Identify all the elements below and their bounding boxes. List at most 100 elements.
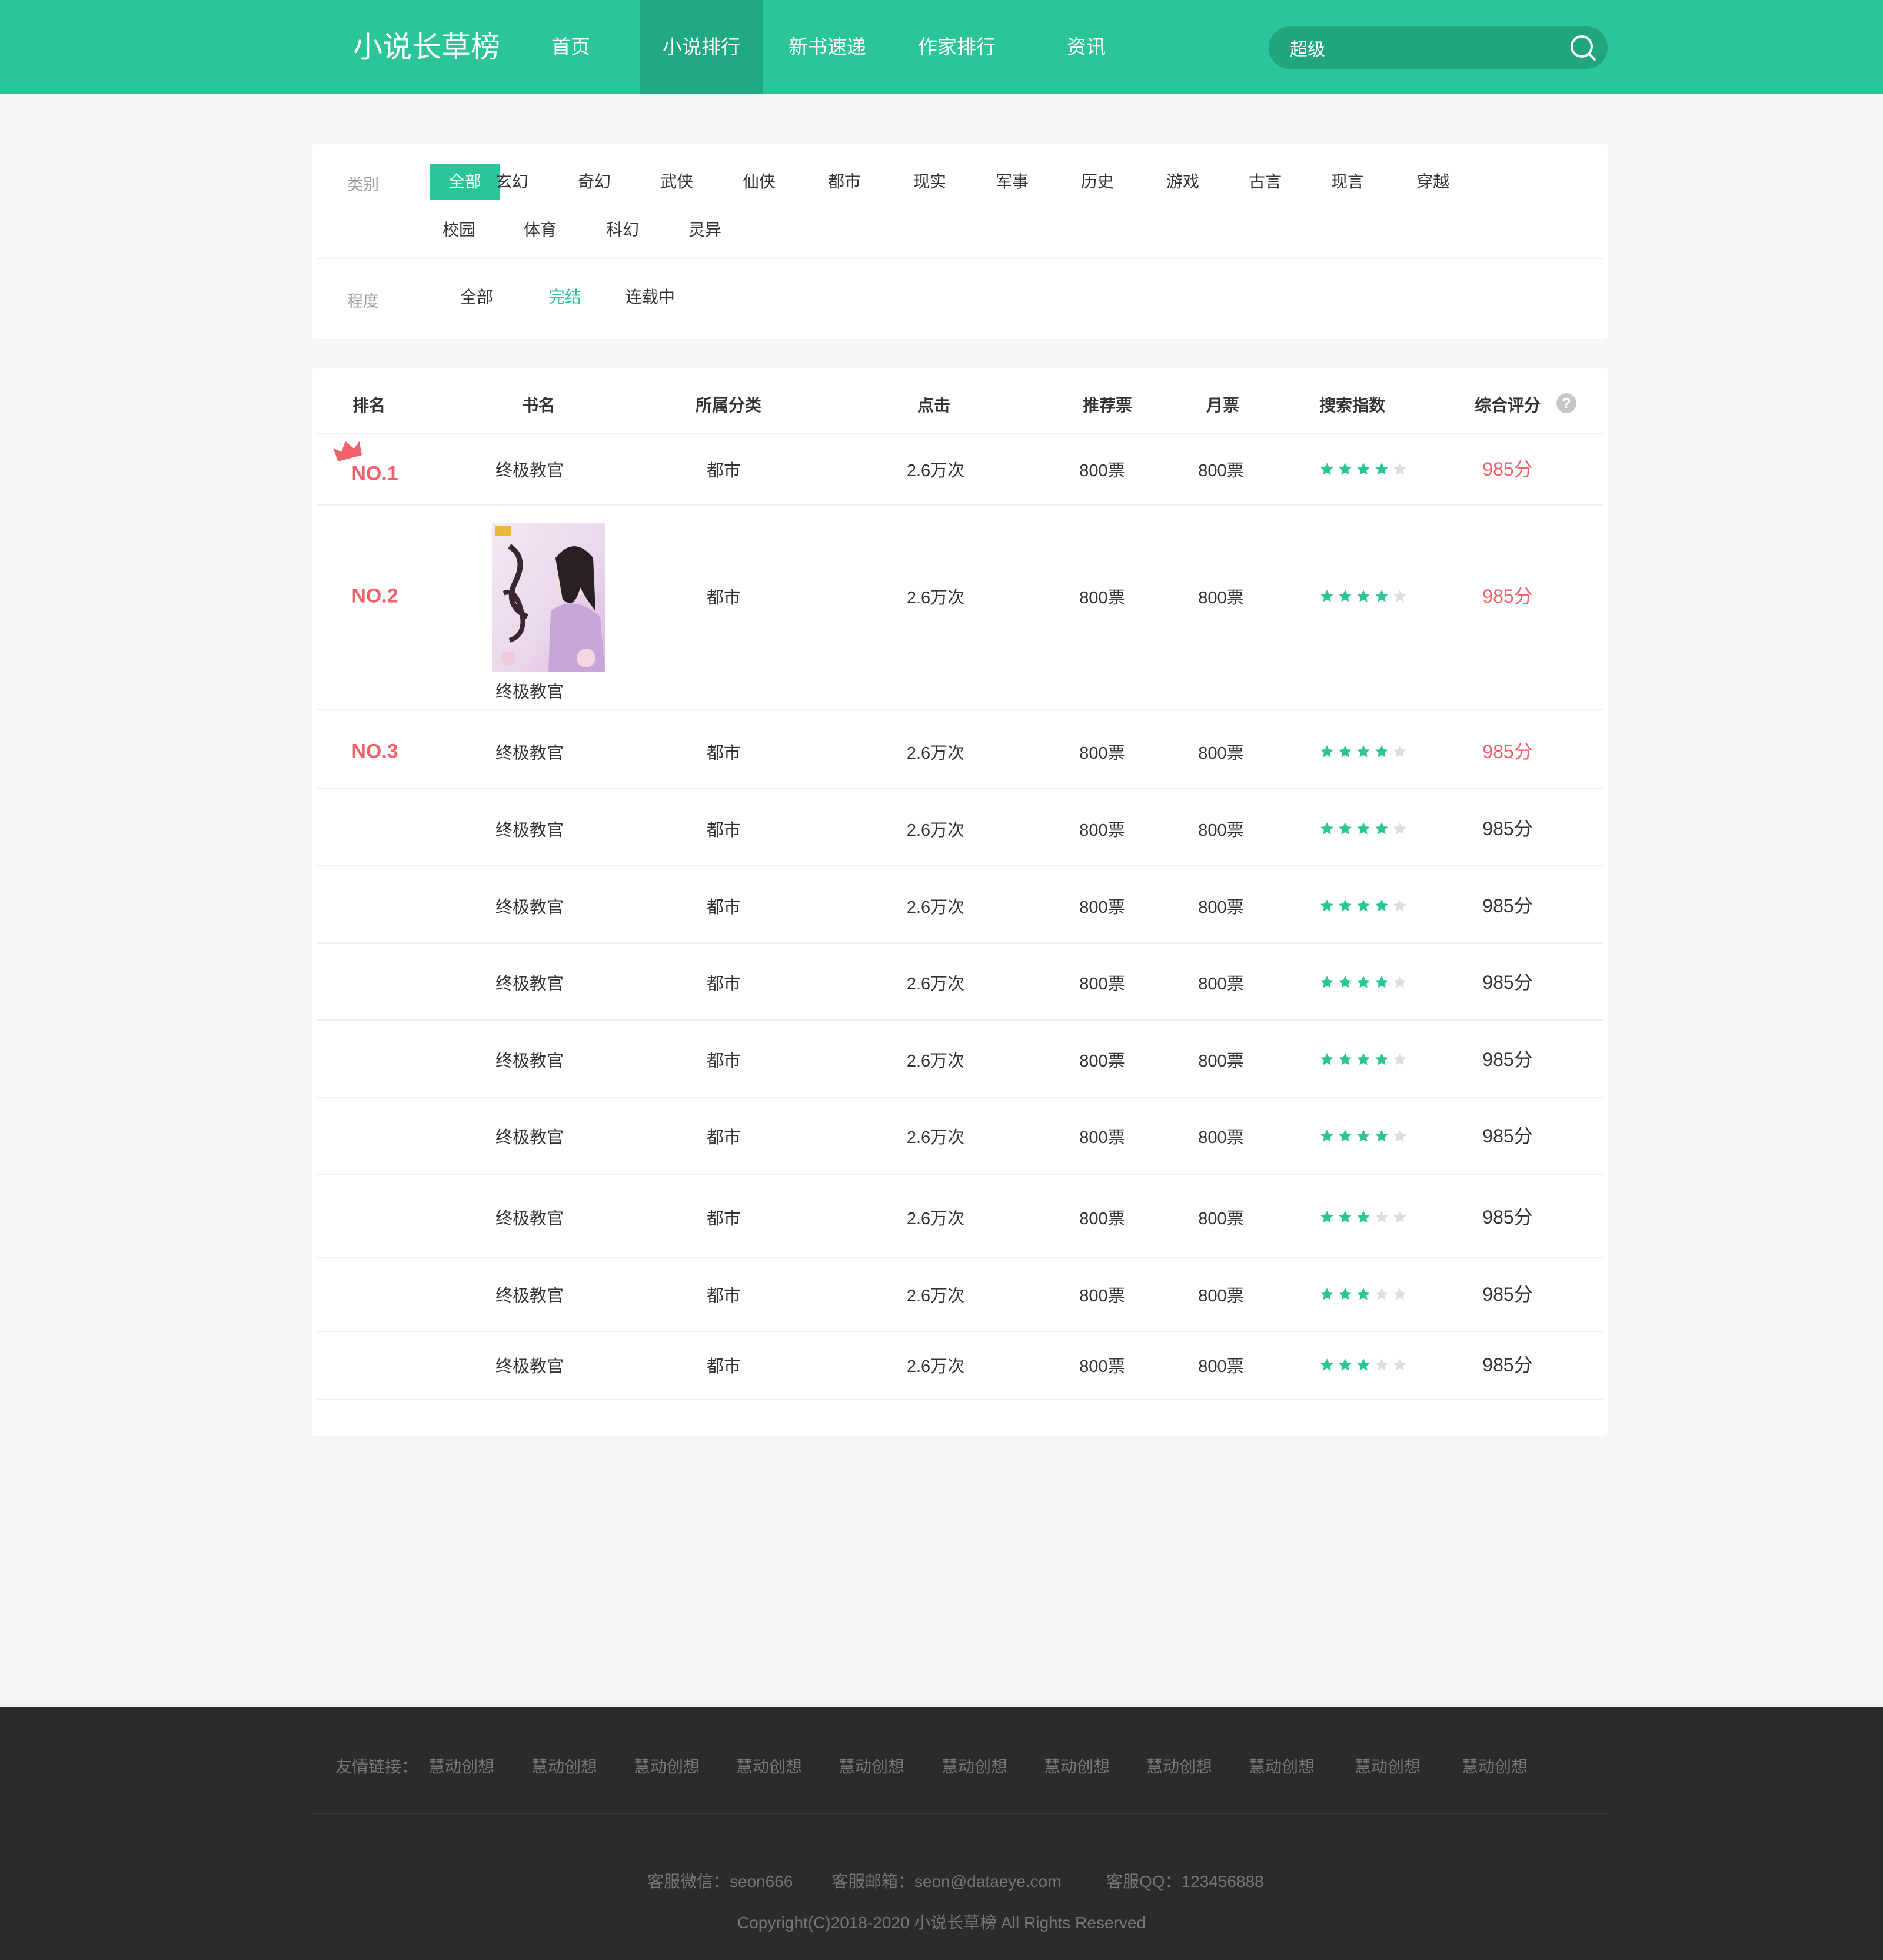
friend-link[interactable]: 慧动创想 [839, 1754, 904, 1778]
progress-completed[interactable]: 完结 [530, 279, 600, 315]
category-chip[interactable]: 科幻 [593, 212, 652, 248]
overall-score: 985分 [1482, 972, 1533, 993]
book-name[interactable]: 终极教官 [495, 1124, 564, 1148]
row-divider [317, 1331, 1603, 1332]
category-chip[interactable]: 游戏 [1153, 164, 1212, 200]
search-index-stars [1320, 1287, 1408, 1302]
category-chip[interactable]: 奇幻 [565, 164, 624, 200]
star-filled-icon [1339, 590, 1352, 602]
category-chip[interactable]: 历史 [1068, 164, 1127, 200]
category-chip[interactable]: 玄幻 [483, 164, 541, 200]
category-chip[interactable]: 武侠 [647, 164, 706, 200]
category-chip[interactable]: 仙侠 [730, 164, 789, 200]
book-name[interactable]: 终极教官 [495, 678, 564, 703]
footer-divider [312, 1813, 1608, 1814]
category-chip[interactable]: 校园 [430, 212, 488, 248]
recommend-votes: 800票 [1079, 1287, 1125, 1305]
category-chip[interactable]: 现言 [1318, 164, 1377, 200]
star-filled-icon [1339, 463, 1352, 475]
overall-score: 985分 [1482, 586, 1533, 607]
category-chip[interactable]: 现实 [900, 164, 959, 200]
book-name[interactable]: 终极教官 [495, 739, 564, 764]
star-empty-icon [1393, 976, 1406, 988]
filter-divider [317, 258, 1603, 259]
category-chip[interactable]: 古言 [1236, 164, 1295, 200]
friend-links-label: 友情链接： [335, 1758, 418, 1776]
friend-link[interactable]: 慧动创想 [634, 1754, 700, 1778]
category-chip[interactable]: 穿越 [1403, 164, 1462, 200]
star-filled-icon [1375, 822, 1388, 835]
site-logo[interactable]: 小说长草榜 [353, 24, 500, 71]
click-count: 2.6万次 [906, 1128, 965, 1147]
progress-all[interactable]: 全部 [441, 279, 512, 315]
book-category: 都市 [706, 821, 741, 840]
book-name[interactable]: 终极教官 [495, 1205, 564, 1230]
friend-link[interactable]: 慧动创想 [1146, 1754, 1212, 1778]
friend-link[interactable]: 慧动创想 [941, 1754, 1007, 1778]
star-filled-icon [1339, 1288, 1352, 1300]
star-empty-icon [1393, 822, 1406, 835]
star-empty-icon [1393, 463, 1406, 475]
star-filled-icon [1320, 745, 1333, 758]
recommend-votes: 800票 [1079, 1210, 1125, 1228]
rank-badge: NO.3 [351, 740, 398, 763]
star-filled-icon [1339, 899, 1352, 912]
friend-link[interactable]: 慧动创想 [736, 1754, 802, 1778]
star-filled-icon [1375, 590, 1388, 602]
book-name[interactable]: 终极教官 [495, 893, 564, 918]
service-wechat: 客服微信：seon666 [647, 1872, 793, 1891]
friend-link[interactable]: 慧动创想 [1462, 1754, 1528, 1778]
col-category: 所属分类 [695, 396, 762, 414]
service-email[interactable]: 客服邮箱：seon@dataeye.com [832, 1869, 1061, 1892]
footer: 友情链接： 慧动创想 慧动创想 慧动创想 慧动创想 慧动创想 慧动创想 慧动创想 慧动创想 慧动… [0, 1707, 1883, 1960]
nav-novel-ranking[interactable]: 小说排行 [640, 0, 763, 94]
search-icon[interactable] [1569, 34, 1598, 63]
book-category: 都市 [706, 1128, 741, 1147]
monthly-votes: 800票 [1198, 1287, 1244, 1305]
star-filled-icon [1339, 976, 1352, 988]
book-name[interactable]: 终极教官 [495, 816, 564, 841]
friend-link[interactable]: 慧动创想 [1355, 1754, 1420, 1778]
friend-link[interactable]: 慧动创想 [428, 1754, 494, 1778]
book-cover-image[interactable] [492, 523, 605, 672]
book-name[interactable]: 终极教官 [495, 1047, 564, 1072]
star-filled-icon [1375, 1053, 1388, 1065]
recommend-votes: 800票 [1079, 744, 1125, 763]
search-input[interactable] [1290, 26, 1555, 69]
row-divider [317, 788, 1603, 789]
category-chip[interactable]: 灵异 [676, 212, 734, 248]
monthly-votes: 800票 [1198, 975, 1244, 994]
overall-score: 985分 [1482, 1284, 1533, 1305]
click-count: 2.6万次 [906, 589, 965, 607]
friend-link[interactable]: 慧动创想 [1044, 1754, 1110, 1778]
overall-score: 985分 [1482, 1207, 1533, 1228]
nav-new-books[interactable]: 新书速递 [763, 0, 892, 94]
progress-ongoing[interactable]: 连载中 [606, 279, 694, 315]
category-chip[interactable]: 军事 [983, 164, 1042, 200]
book-name[interactable]: 终极教官 [495, 1353, 564, 1377]
star-filled-icon [1339, 745, 1352, 758]
book-category: 都市 [706, 1287, 741, 1305]
book-name[interactable]: 终极教官 [495, 457, 564, 481]
friend-link[interactable]: 慧动创想 [1249, 1754, 1315, 1778]
nav-news[interactable]: 资讯 [1022, 0, 1151, 94]
overall-score: 985分 [1482, 895, 1533, 916]
star-filled-icon [1320, 1358, 1333, 1371]
help-icon[interactable]: ? [1556, 393, 1577, 414]
search-box [1269, 26, 1608, 69]
category-chip[interactable]: 都市 [815, 164, 874, 200]
book-category: 都市 [706, 744, 741, 763]
nav-author-ranking[interactable]: 作家排行 [892, 0, 1022, 94]
star-empty-icon [1393, 899, 1406, 912]
svg-text:?: ? [1562, 394, 1571, 412]
book-name[interactable]: 终极教官 [495, 970, 564, 995]
category-chip[interactable]: 体育 [511, 212, 570, 248]
overall-score: 985分 [1482, 459, 1533, 480]
friend-link[interactable]: 慧动创想 [531, 1754, 597, 1778]
book-category: 都市 [706, 461, 741, 480]
book-name[interactable]: 终极教官 [495, 1282, 564, 1307]
overall-score: 985分 [1482, 1125, 1533, 1147]
star-empty-icon [1393, 1130, 1406, 1142]
nav-home[interactable]: 首页 [524, 0, 618, 94]
star-filled-icon [1320, 976, 1333, 988]
